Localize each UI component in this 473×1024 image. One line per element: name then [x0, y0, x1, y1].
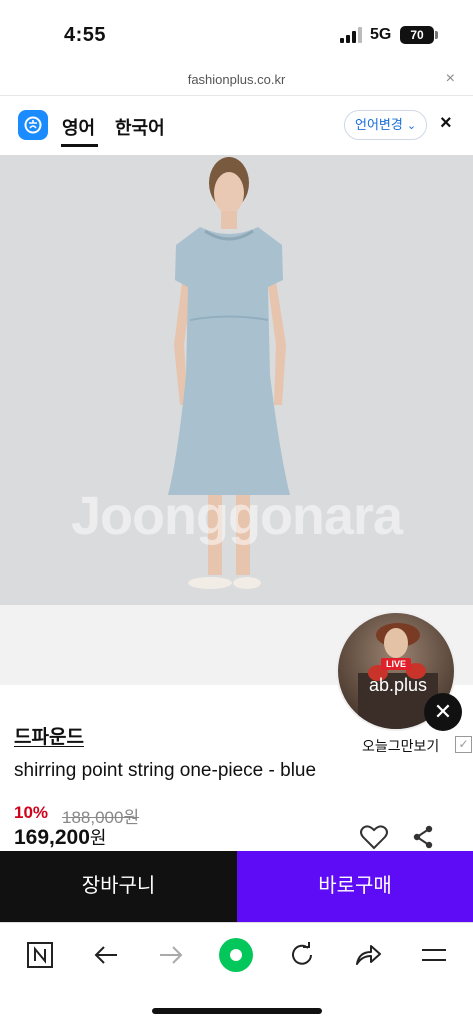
brand-link[interactable]: 드파운드: [14, 722, 84, 749]
add-to-cart-button[interactable]: 장바구니: [0, 851, 237, 922]
product-image[interactable]: Joonggonara: [0, 155, 473, 605]
url-close-icon[interactable]: ×: [446, 70, 455, 88]
chevron-down-icon: ⌄: [406, 120, 417, 132]
translate-logo-icon: [18, 110, 48, 140]
active-tab-indicator: [61, 144, 98, 147]
battery-tip: [435, 31, 438, 39]
reload-icon[interactable]: [286, 939, 318, 971]
menu-icon[interactable]: [418, 939, 450, 971]
product-title: shirring point string one-piece - blue: [14, 760, 317, 781]
share-icon[interactable]: [412, 825, 434, 849]
purchase-bar: 장바구니 바로구매: [0, 851, 473, 922]
hide-today-checkbox[interactable]: ✓: [455, 736, 472, 753]
change-language-button[interactable]: 언어변경 ⌄: [344, 110, 428, 140]
browser-toolbar: [0, 922, 473, 986]
buy-now-button[interactable]: 바로구매: [237, 851, 473, 922]
watermark: Joonggonara: [70, 486, 403, 546]
share-arrow-icon[interactable]: [352, 939, 384, 971]
hide-today-label[interactable]: 오늘그만보기: [362, 736, 439, 756]
final-price: 169,200원: [14, 824, 106, 850]
heart-icon[interactable]: [360, 824, 388, 850]
currency-label: 원: [89, 828, 107, 848]
back-arrow-icon[interactable]: [90, 939, 122, 971]
url-bar[interactable]: fashionplus.co.kr ×: [0, 64, 473, 96]
live-close-button[interactable]: ✕: [424, 693, 462, 731]
forward-arrow-icon[interactable]: [155, 939, 187, 971]
change-language-label: 언어변경: [355, 117, 403, 132]
final-price-value: 169,200: [14, 826, 90, 849]
green-dot-icon[interactable]: [218, 937, 254, 973]
url-text[interactable]: fashionplus.co.kr: [0, 72, 473, 87]
tab-korean[interactable]: 한국어: [115, 114, 165, 140]
translate-bar: 영어 한국어 언어변경 ⌄ ×: [0, 96, 473, 154]
status-time: 4:55: [64, 24, 107, 46]
status-bar: 4:55 5G 70: [0, 0, 473, 64]
naver-n-icon[interactable]: [24, 939, 56, 971]
battery-icon: 70: [400, 26, 434, 44]
home-indicator: [152, 1008, 322, 1014]
discount-rate: 10%: [14, 803, 49, 822]
live-badge: LIVE: [381, 658, 412, 670]
tab-english[interactable]: 영어: [62, 114, 95, 140]
translate-close-icon[interactable]: ×: [440, 112, 452, 135]
network-label: 5G: [370, 26, 392, 43]
signal-icon: [340, 27, 362, 43]
